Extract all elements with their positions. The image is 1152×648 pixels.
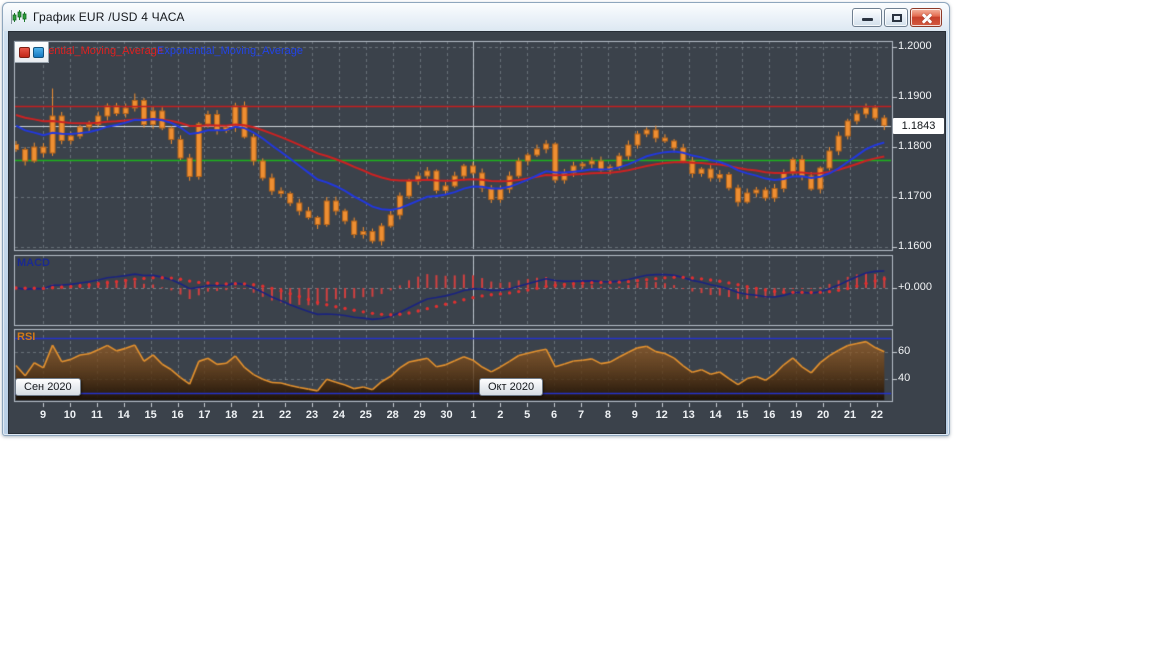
window-title: График EUR /USD 4 ЧАСА [33,10,185,24]
price-chart-canvas[interactable] [9,32,945,433]
restore-icon [892,14,902,22]
title-bar[interactable]: График EUR /USD 4 ЧАСА [3,3,949,31]
legend-panel [14,41,49,63]
chart-window: График EUR /USD 4 ЧАСА Exponential_Movin… [2,2,950,436]
restore-button[interactable] [884,8,908,27]
ema-fast-color-swatch[interactable] [33,46,44,58]
minimize-button[interactable] [852,8,882,27]
minimize-icon [862,18,873,21]
ema-slow-color-swatch[interactable] [19,46,30,58]
chart-content: Exponential_Moving_Average Exponential_M… [8,31,946,434]
close-button[interactable] [910,8,942,27]
candlestick-chart-icon [10,9,28,25]
